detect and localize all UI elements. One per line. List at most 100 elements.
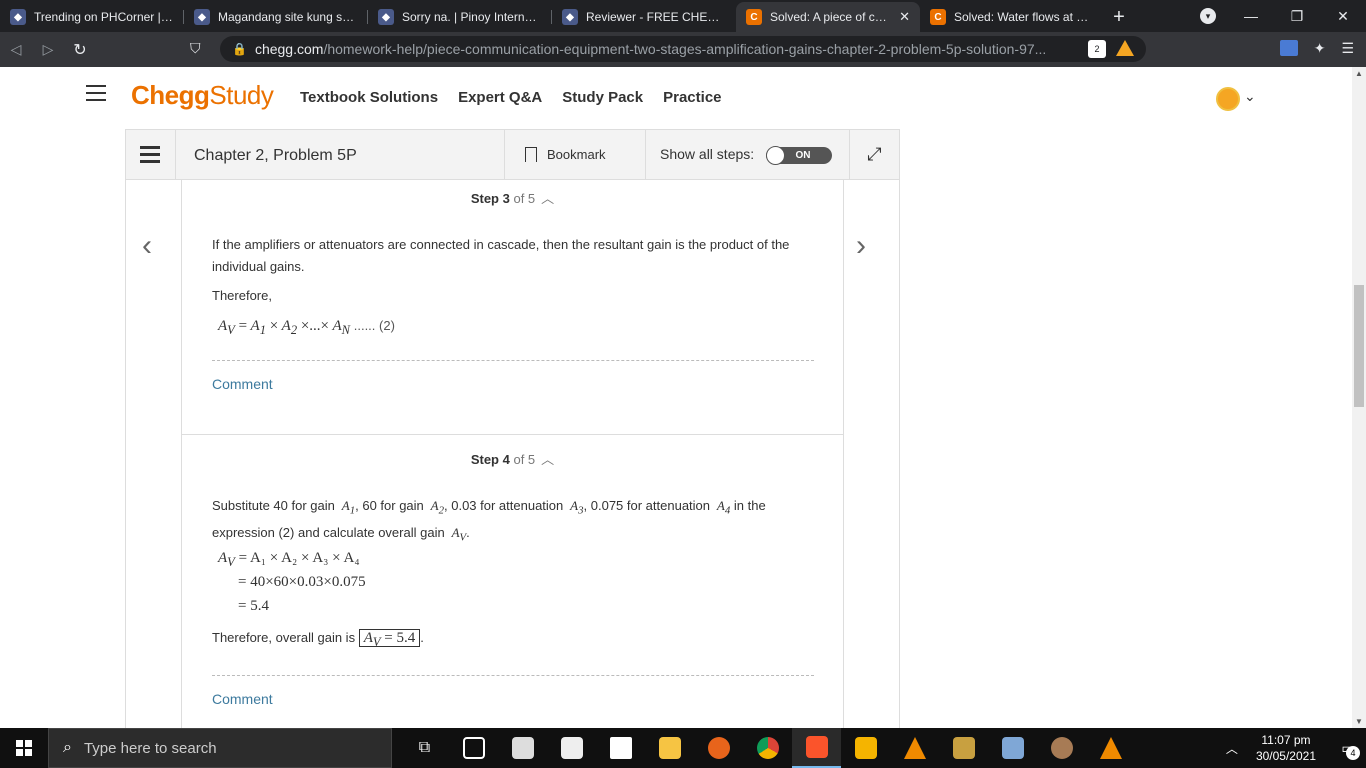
top-nav: Textbook Solutions Expert Q&A Study Pack… [300, 89, 722, 106]
toggle-knob [766, 146, 785, 165]
step-4-text: Substitute 40 for gain A1, 60 for gain A… [212, 498, 766, 544]
lock-icon: 🔒 [232, 42, 247, 56]
expand-icon[interactable]: ⤢ [849, 130, 899, 179]
forward-icon[interactable]: ▷ [32, 34, 64, 66]
clock-date: 30/05/2021 [1255, 749, 1316, 763]
boxed-answer: AV = 5.4 [358, 629, 421, 649]
step-3-equation: AV = A1 × A2 ×...× AN ...... (2) [218, 318, 395, 337]
profile-icon[interactable]: ▾ [1200, 8, 1216, 24]
nav-textbook-solutions[interactable]: Textbook Solutions [300, 89, 438, 106]
extension-translate-icon[interactable] [1279, 40, 1298, 56]
nav-study-pack[interactable]: Study Pack [562, 89, 643, 106]
windows-logo-icon [16, 740, 32, 756]
step-3-comment-link[interactable]: Comment [212, 376, 273, 392]
bookmark-button[interactable]: Bookmark [504, 130, 646, 179]
file-explorer-icon[interactable] [645, 728, 694, 768]
close-tab-icon[interactable]: ✕ [899, 9, 910, 25]
tab-phcorner[interactable]: ◆ Trending on PHCorner | Pin [0, 2, 184, 32]
restore-icon[interactable]: ❐ [1274, 8, 1320, 25]
new-tab-button[interactable]: + [1104, 2, 1134, 32]
step-3-divider [212, 360, 814, 361]
chevron-up-icon: ︿ [541, 191, 555, 206]
search-placeholder: Type here to search [83, 739, 217, 757]
potplayer-icon[interactable] [841, 728, 890, 768]
browser-tab-bar: ◆ Trending on PHCorner | Pin ◆ Magandang… [0, 0, 1366, 32]
tab-solved-comm[interactable]: C Solved: A piece of comm ✕ [736, 2, 920, 32]
clock[interactable]: 11:07 pm 30/05/2021 [1256, 732, 1316, 764]
address-bar[interactable]: 🔒 chegg.com/homework-help/piece-communic… [220, 36, 1146, 62]
reload-icon[interactable]: ↻ [64, 34, 96, 66]
tab-title: Trending on PHCorner | Pin [34, 10, 174, 24]
media-app-icon[interactable] [694, 728, 743, 768]
step-3-therefore: Therefore, [212, 288, 272, 303]
brave-browser-icon[interactable] [792, 728, 841, 768]
notes-app-icon[interactable] [449, 728, 498, 768]
previous-step-icon[interactable]: ‹ [142, 229, 152, 263]
minimize-icon[interactable]: — [1228, 8, 1274, 24]
next-step-icon[interactable]: › [856, 229, 866, 263]
url-path: /homework-help/piece-communication-equip… [323, 41, 1047, 57]
step-4-equation-line3: = 5.4 [238, 598, 269, 614]
chevron-down-icon[interactable]: ⌄ [1244, 88, 1256, 105]
winrar-icon[interactable] [939, 728, 988, 768]
tab-title: Solved: A piece of comm [770, 10, 894, 24]
vlc-icon[interactable] [890, 728, 939, 768]
chegg-icon: C [746, 9, 762, 25]
step-4-header[interactable]: Step 4 of 5 ︿ [182, 449, 843, 468]
show-all-steps-toggle[interactable]: ON [766, 146, 832, 165]
menu-icon[interactable]: ☰ [1341, 40, 1354, 57]
tab-title: Solved: Water flows at a rat [954, 10, 1094, 24]
tab-reviewer[interactable]: ◆ Reviewer - FREE CHEGG UN [552, 2, 736, 32]
chrome-icon[interactable] [743, 728, 792, 768]
step-3-text: If the amplifiers or attenuators are con… [212, 237, 790, 274]
dictionary-app-icon[interactable] [498, 728, 547, 768]
list-icon[interactable] [126, 130, 176, 179]
step-4-comment-link[interactable]: Comment [212, 691, 273, 707]
bookmark-page-icon[interactable]: ⛉ [190, 40, 201, 57]
scroll-down-icon[interactable]: ▼ [1355, 717, 1363, 726]
close-icon[interactable]: ✕ [1320, 8, 1366, 25]
brave-shield-area: 2 [1088, 40, 1134, 58]
start-button[interactable] [0, 728, 48, 768]
task-view-icon[interactable]: ⧉ [400, 728, 449, 768]
step-3-header[interactable]: Step 3 of 5 ︿ [182, 188, 843, 207]
shield-icon: ◆ [10, 9, 26, 25]
chegg-study-logo[interactable]: CheggStudy [131, 80, 274, 111]
brave-rewards-icon[interactable] [1116, 40, 1134, 56]
step-separator [182, 434, 843, 435]
extensions-area: ✦ ☰ [1279, 40, 1354, 57]
scrollbar-thumb[interactable] [1354, 285, 1364, 407]
game-app-icon[interactable] [1037, 728, 1086, 768]
page-scrollbar[interactable]: ▲ ▼ [1352, 67, 1366, 728]
step-4-conclusion: Therefore, overall gain is AV = 5.4. [212, 629, 424, 649]
search-icon: ⌕ [63, 739, 72, 756]
scroll-up-icon[interactable]: ▲ [1355, 69, 1363, 78]
chevron-up-icon: ︿ [541, 452, 555, 467]
notepad-icon[interactable] [988, 728, 1037, 768]
tab-solved-water[interactable]: C Solved: Water flows at a rat [920, 2, 1104, 32]
camera-app-icon[interactable] [596, 728, 645, 768]
bookmark-icon [525, 147, 537, 162]
tab-magandang[interactable]: ◆ Magandang site kung saan [184, 2, 368, 32]
chapter-title: Chapter 2, Problem 5P [194, 147, 357, 164]
notification-count: 4 [1346, 746, 1360, 760]
calculator-icon[interactable] [547, 728, 596, 768]
shield-icon: ◆ [194, 9, 210, 25]
notification-icon[interactable]: ▭4 [1330, 728, 1366, 768]
steps-column: Step 3 of 5 ︿ If the amplifiers or attenu… [181, 180, 844, 728]
chegg-icon: C [930, 9, 946, 25]
brave-shield-icon[interactable]: 2 [1088, 40, 1106, 58]
chevron-up-icon[interactable]: ︿ [1226, 740, 1238, 757]
vlc-icon-2[interactable] [1086, 728, 1135, 768]
nav-practice[interactable]: Practice [663, 89, 721, 106]
solution-toolbar: Chapter 2, Problem 5P Bookmark Show all … [126, 129, 899, 180]
taskbar-search[interactable]: ⌕ Type here to search [48, 728, 392, 768]
nav-expert-qa[interactable]: Expert Q&A [458, 89, 542, 106]
avatar[interactable] [1216, 87, 1240, 111]
back-icon[interactable]: ◁ [0, 34, 32, 66]
bookmark-label: Bookmark [547, 147, 606, 162]
tab-sorry[interactable]: ◆ Sorry na. | Pinoy Internet an [368, 2, 552, 32]
hamburger-menu-icon[interactable] [86, 85, 106, 101]
tab-title: Sorry na. | Pinoy Internet an [402, 10, 542, 24]
puzzle-icon[interactable]: ✦ [1314, 40, 1326, 57]
